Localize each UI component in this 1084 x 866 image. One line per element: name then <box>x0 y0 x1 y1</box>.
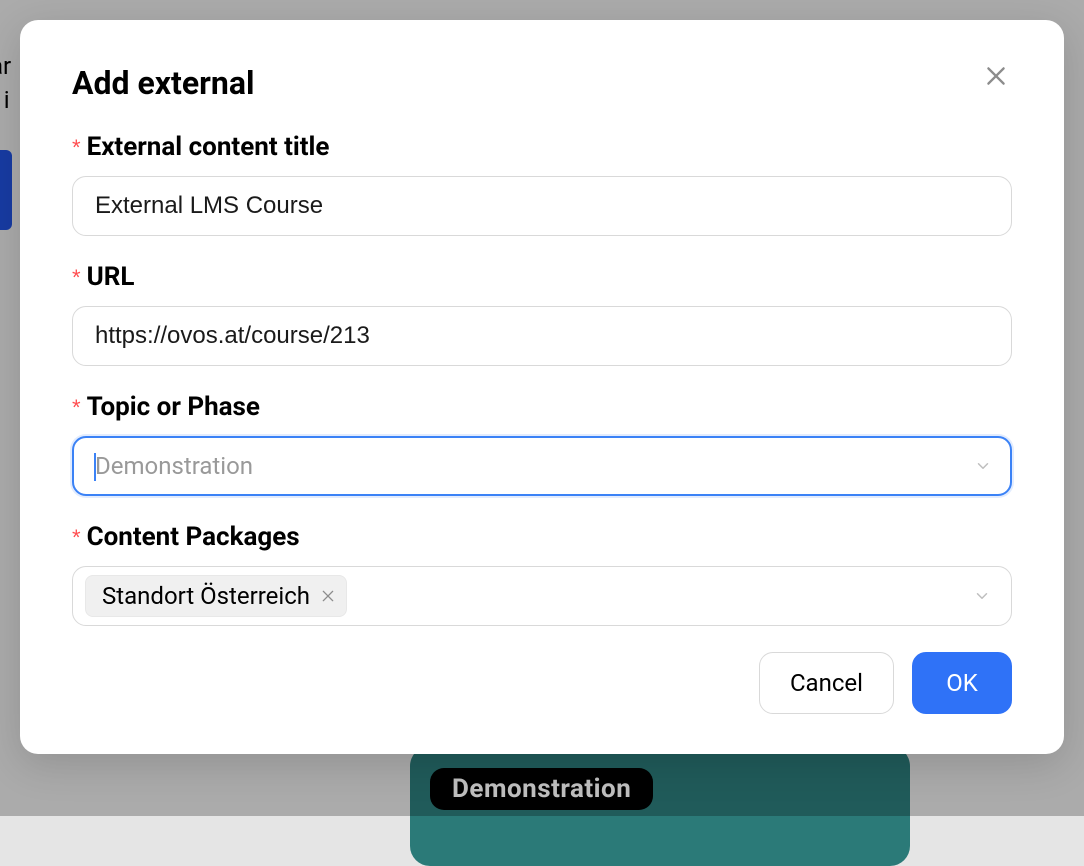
ok-button-label: OK <box>946 669 978 697</box>
field-content-packages: * Content Packages Standort Österreich <box>72 522 1012 626</box>
url-input[interactable] <box>72 306 1012 366</box>
label-content-packages: * Content Packages <box>72 522 1012 552</box>
ok-button[interactable]: OK <box>912 652 1012 714</box>
label-content-title: * External content title <box>72 132 1012 162</box>
label-text: External content title <box>87 132 330 162</box>
topic-phase-text: Demonstration <box>95 452 253 480</box>
label-url: * URL <box>72 262 1012 292</box>
close-button[interactable] <box>978 60 1014 96</box>
cancel-button[interactable]: Cancel <box>759 652 894 714</box>
required-mark: * <box>72 137 81 159</box>
topic-phase-select[interactable]: Demonstration <box>72 436 1012 496</box>
cancel-button-label: Cancel <box>790 669 863 697</box>
close-icon <box>983 63 1009 93</box>
topic-phase-value: Demonstration <box>95 452 253 480</box>
add-external-modal: Add external * External content title * … <box>20 20 1064 754</box>
field-topic-phase: * Topic or Phase Demonstration <box>72 392 1012 496</box>
label-topic-phase: * Topic or Phase <box>72 392 1012 422</box>
label-text: Content Packages <box>87 522 300 552</box>
modal-footer: Cancel OK <box>72 652 1012 714</box>
required-mark: * <box>72 267 81 289</box>
required-mark: * <box>72 527 81 549</box>
package-tag-label: Standort Österreich <box>102 582 310 610</box>
close-icon <box>320 582 336 610</box>
field-url: * URL <box>72 262 1012 366</box>
chevron-down-icon <box>973 587 991 605</box>
label-text: URL <box>87 262 135 292</box>
package-tag: Standort Österreich <box>85 575 347 617</box>
content-packages-select[interactable]: Standort Österreich <box>72 566 1012 626</box>
label-text: Topic or Phase <box>87 392 260 422</box>
modal-title: Add external <box>72 64 1012 102</box>
required-mark: * <box>72 397 81 419</box>
text-caret <box>94 453 96 481</box>
remove-tag-button[interactable] <box>320 582 336 610</box>
field-content-title: * External content title <box>72 132 1012 236</box>
content-title-input[interactable] <box>72 176 1012 236</box>
